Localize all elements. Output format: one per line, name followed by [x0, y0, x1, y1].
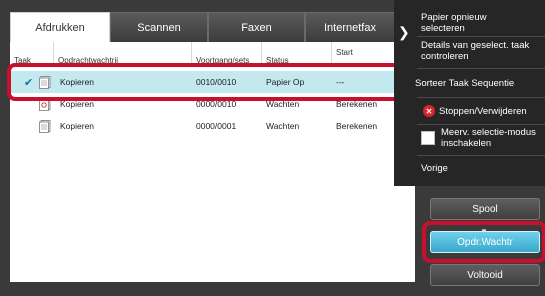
- checkbox-icon[interactable]: [421, 131, 435, 145]
- tab-faxen[interactable]: Faxen: [208, 12, 305, 42]
- job-status-screen: Afdrukken Scannen Faxen Internetfax Taak…: [0, 0, 545, 296]
- menu-divider: [417, 97, 545, 98]
- spool-button[interactable]: Spool: [430, 198, 540, 220]
- job-start: Berekenen: [336, 121, 378, 131]
- menu-item-stop-delete[interactable]: Stoppen/Verwijderen: [439, 106, 543, 117]
- menu-divider: [417, 36, 545, 37]
- chevron-right-icon[interactable]: ❯: [398, 24, 410, 41]
- tab-afdrukken[interactable]: Afdrukken: [10, 12, 110, 42]
- menu-item-back[interactable]: Vorige: [421, 163, 448, 174]
- tab-label: Faxen: [241, 21, 272, 34]
- highlight-frame: [7, 63, 416, 101]
- menu-divider: [417, 68, 545, 69]
- menu-item-sort-jobs[interactable]: Sorteer Taak Sequentie: [415, 78, 543, 89]
- menu-divider: [417, 124, 545, 125]
- table-row[interactable]: Kopieren 0000/0001 Wachten Berekenen: [10, 115, 415, 137]
- highlight-frame: [422, 221, 545, 263]
- tab-scannen[interactable]: Scannen: [110, 12, 208, 42]
- tab-label: Afdrukken: [35, 21, 85, 34]
- tab-internetfax[interactable]: Internetfax: [305, 12, 395, 42]
- tab-label: Internetfax: [324, 21, 376, 34]
- menu-item-multi-select[interactable]: Meerv. selectie-modus inschakelen: [441, 127, 537, 149]
- tab-label: Scannen: [137, 21, 181, 34]
- job-progress: 0000/0001: [196, 121, 237, 131]
- job-name: Kopieren: [60, 121, 95, 131]
- menu-item-check-details[interactable]: Details van geselect. taak controleren: [421, 40, 541, 62]
- menu-item-reselect-paper[interactable]: Papier opnieuw selecteren: [421, 12, 531, 34]
- job-status: Wachten: [266, 121, 300, 131]
- stop-icon: ✕: [423, 105, 435, 117]
- completed-button[interactable]: Voltooid: [430, 264, 540, 286]
- copy-job-icon: [39, 119, 51, 133]
- menu-divider: [417, 155, 545, 156]
